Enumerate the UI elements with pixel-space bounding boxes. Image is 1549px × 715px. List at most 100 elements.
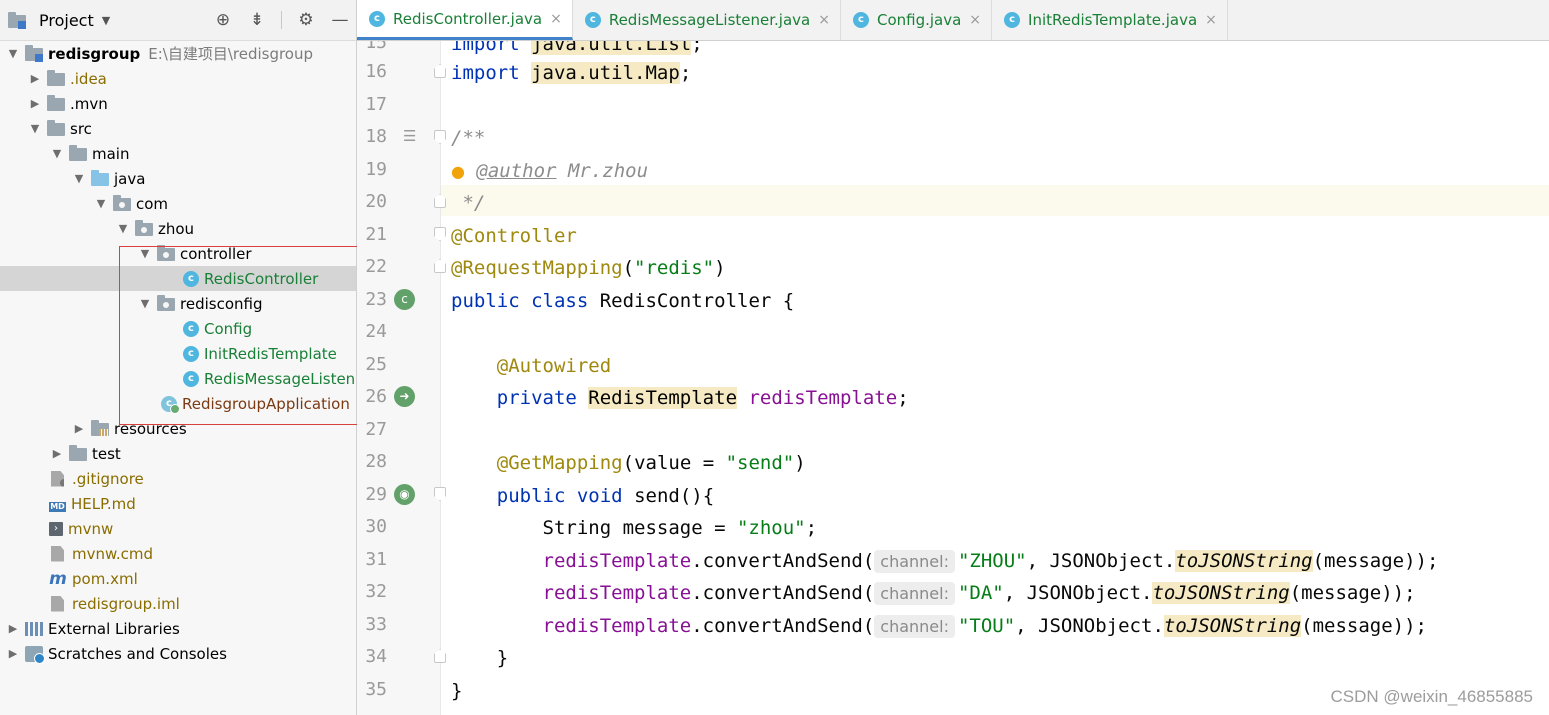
tree-item-label: redisconfig [180,294,263,313]
tree-item-label: .gitignore [72,469,144,488]
close-icon[interactable]: × [969,12,981,28]
tree-item-label: resources [114,419,187,438]
tree-item-external-libraries[interactable]: ▶ External Libraries [0,616,356,641]
tree-item-label: Scratches and Consoles [48,644,227,663]
parameter-hint: channel: [874,582,955,605]
spring-bean-icon[interactable]: c [394,289,415,310]
gitignore-file-icon [51,470,64,487]
close-icon[interactable]: × [550,11,562,27]
code-editor[interactable]: 15 16 17 18 19 20 21 22 23 24 25 26 27 2… [357,41,1549,715]
lightbulb-icon[interactable]: ● [451,162,465,181]
tree-item-pom-xml[interactable]: m pom.xml [0,566,356,591]
fold-marker-icon[interactable] [434,259,446,273]
chevron-down-icon[interactable]: ▼ [93,196,109,212]
tree-item-config[interactable]: c Config [0,316,356,341]
fold-marker-icon[interactable] [434,227,446,241]
tree-item-gitignore[interactable]: .gitignore [0,466,356,491]
line-number: 35 [365,679,387,700]
tree-item-label: RedisgroupApplication [182,394,350,413]
tab-redis-message-listener[interactable]: c RedisMessageListener.java × [573,0,841,40]
close-icon[interactable]: × [818,12,830,28]
chevron-down-icon[interactable]: ▼ [49,146,65,162]
tree-item-mvnw[interactable]: › mvnw [0,516,356,541]
tree-item-redis-message-listener[interactable]: c RedisMessageListen [0,366,356,391]
javadoc-render-icon[interactable]: ☰ [403,127,419,145]
chevron-down-icon[interactable]: ▼ [71,171,87,187]
tree-item-redisgroup-iml[interactable]: redisgroup.iml [0,591,356,616]
line-number: 34 [365,646,387,667]
fold-marker-icon[interactable] [434,64,446,78]
chevron-right-icon[interactable]: ▶ [27,71,43,87]
code-line-23: public class RedisController { [451,290,795,312]
close-icon[interactable]: × [1205,12,1217,28]
code-token: "send" [725,452,795,474]
tree-item-redisconfig[interactable]: ▼ redisconfig [0,291,356,316]
chevron-down-icon[interactable]: ▼ [102,14,110,27]
chevron-right-icon[interactable]: ▶ [71,421,87,437]
chevron-down-icon[interactable]: ▼ [27,121,43,137]
tree-item-help-md[interactable]: MD HELP.md [0,491,356,516]
tab-redis-controller[interactable]: c RedisController.java × [357,0,573,40]
tree-item-controller[interactable]: ▼ controller [0,241,356,266]
tree-item-mvnw-cmd[interactable]: mvnw.cmd [0,541,356,566]
chevron-down-icon[interactable]: ▼ [5,46,21,62]
code-token: String message = [542,517,737,539]
tree-item-label: mvnw [68,519,114,538]
line-number: 32 [365,581,387,602]
tree-item-idea[interactable]: ▶ .idea [0,66,356,91]
tree-item-zhou[interactable]: ▼ zhou [0,216,356,241]
class-icon: c [1004,12,1021,28]
chevron-right-icon[interactable]: ▶ [5,621,21,637]
code-line-20: */ [451,192,486,214]
tree-item-label: redisgroup.iml [72,594,180,613]
code-token: toJSONString [1163,615,1302,637]
fold-marker-icon[interactable] [434,649,446,663]
hide-panel-icon[interactable]: — [330,10,350,30]
tree-item-label: mvnw.cmd [72,544,154,563]
fold-marker-icon[interactable] [434,487,446,501]
request-mapping-icon[interactable]: ◉ [394,484,415,505]
cmd-file-icon [51,545,64,562]
tree-item-scratches[interactable]: ▶ Scratches and Consoles [0,641,356,666]
gear-icon[interactable]: ⚙ [296,10,316,30]
tree-item-src[interactable]: ▼ src [0,116,356,141]
tab-label: RedisController.java [393,9,543,28]
code-token: redisTemplate [542,550,692,572]
tree-item-resources[interactable]: ▶ resources [0,416,356,441]
chevron-right-icon[interactable]: ▶ [27,96,43,112]
code-token: "TOU" [957,615,1016,637]
tree-item-redis-controller[interactable]: c RedisController [0,266,356,291]
tree-item-label: test [92,444,121,463]
tree-item-redisgroup-application[interactable]: c RedisgroupApplication [0,391,356,416]
chevron-down-icon[interactable]: ▼ [137,296,153,312]
tree-item-com[interactable]: ▼ com [0,191,356,216]
line-number: 16 [365,61,387,82]
tree-item-redisgroup[interactable]: ▼ redisgroup E:\自建项目\redisgroup [0,41,356,66]
locate-file-icon[interactable]: ⊕ [213,10,233,30]
fold-marker-icon[interactable] [434,130,446,144]
package-icon [157,295,175,311]
chevron-down-icon[interactable]: ▼ [115,221,131,237]
tree-item-label: src [70,119,92,138]
scratches-icon [25,645,45,664]
chevron-right-icon[interactable]: ▶ [49,446,65,462]
tree-item-init-redis-template[interactable]: c InitRedisTemplate [0,341,356,366]
line-number: 28 [365,451,387,472]
tree-item-java[interactable]: ▼ java [0,166,356,191]
tree-item-test[interactable]: ▶ test [0,441,356,466]
tree-item-mvn[interactable]: ▶ .mvn [0,91,356,116]
editor-gutter: 15 16 17 18 19 20 21 22 23 24 25 26 27 2… [357,41,446,715]
collapse-all-icon[interactable]: ⇟ [247,10,267,30]
project-panel-title[interactable]: Project [39,11,94,30]
tree-item-main[interactable]: ▼ main [0,141,356,166]
tab-config[interactable]: c Config.java × [841,0,993,40]
tab-init-redis-template[interactable]: c InitRedisTemplate.java × [992,0,1228,40]
project-panel-header[interactable]: Project ▼ ⊕ ⇟ ⚙ — [0,0,356,41]
chevron-down-icon[interactable]: ▼ [137,246,153,262]
autowired-navigate-icon[interactable]: ➜ [394,386,415,407]
code-line-15: import java.util.List; [451,41,703,57]
code-token: .convertAndSend( [691,582,875,604]
editor-tab-bar: c RedisController.java × c RedisMessageL… [357,0,1549,41]
chevron-right-icon[interactable]: ▶ [5,646,21,662]
code-token: java.util.Map [531,62,680,84]
